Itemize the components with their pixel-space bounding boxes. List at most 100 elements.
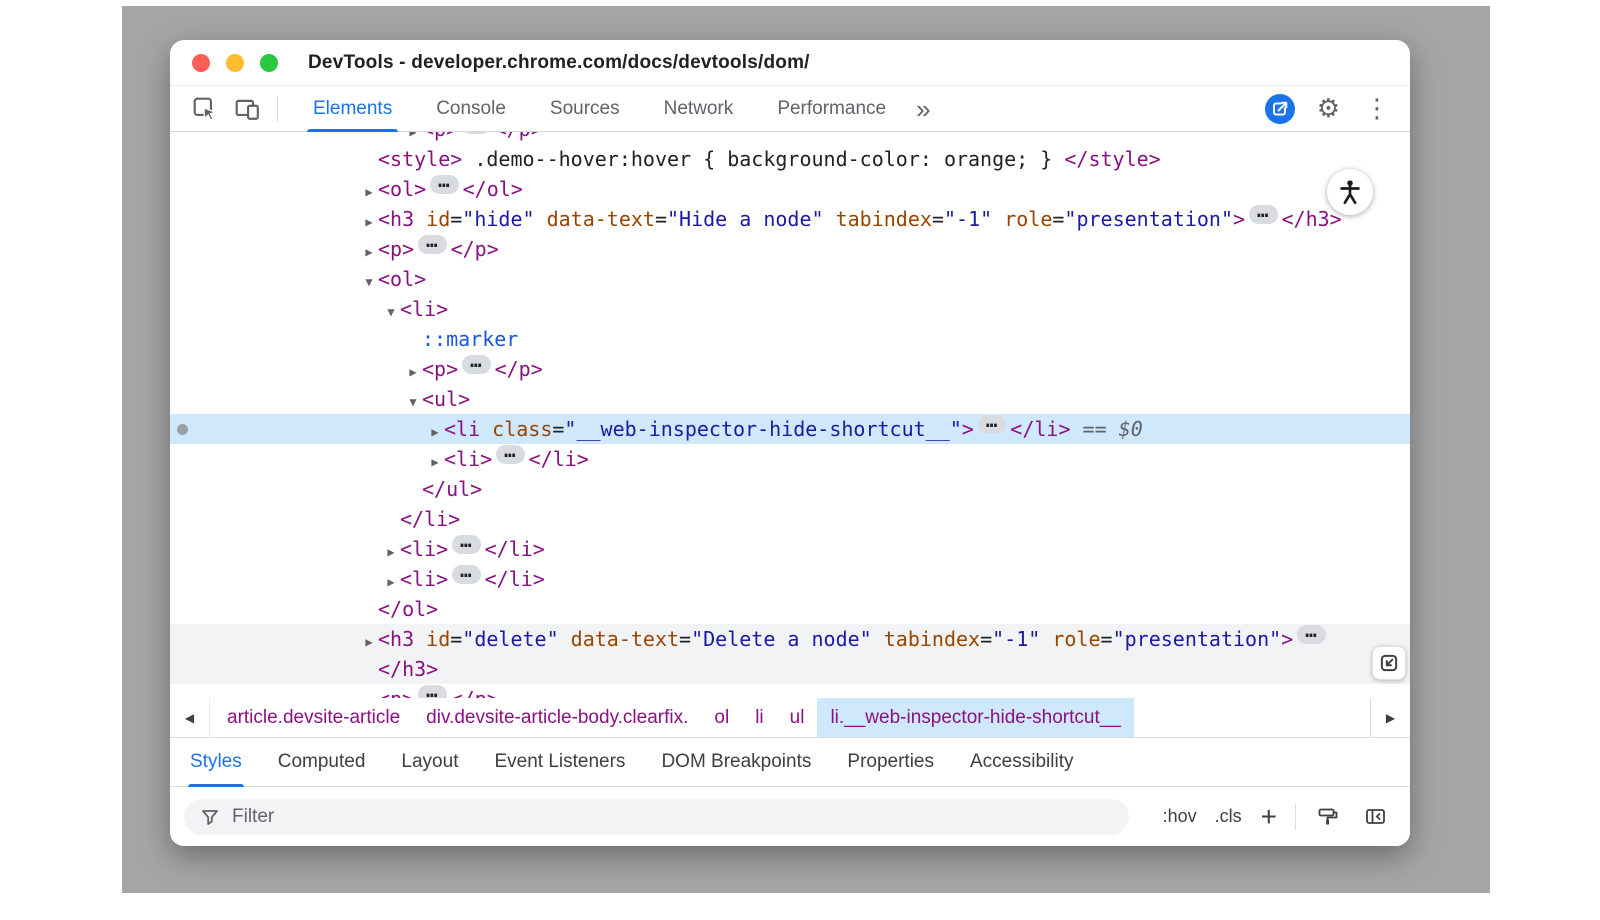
breadcrumb-item[interactable]: article.devsite-article — [214, 698, 413, 737]
code-token-pseudo: ::marker — [422, 327, 518, 351]
dom-tree-row[interactable]: ▼<ol> — [170, 264, 1410, 294]
expand-arrow-icon[interactable]: ▶ — [360, 687, 378, 698]
breadcrumb-item[interactable]: li — [742, 698, 776, 737]
dom-tree-row[interactable]: ▶<p>…</p> — [170, 234, 1410, 264]
dom-tree-row[interactable]: </ul> — [170, 474, 1410, 504]
toggle-element-state-button[interactable]: :hov — [1158, 804, 1202, 829]
breadcrumb-item[interactable]: ol — [701, 698, 742, 737]
sidebar-tab-layout[interactable]: Layout — [401, 738, 458, 786]
dom-tree-row[interactable]: ▶<li class="__web-inspector-hide-shortcu… — [170, 414, 1410, 444]
expand-arrow-icon[interactable]: ▶ — [426, 417, 444, 447]
settings-button[interactable]: ⚙ — [1311, 96, 1346, 122]
code-token-attr: class — [480, 417, 552, 441]
styles-filter-container[interactable] — [184, 799, 1129, 835]
kebab-menu-icon: ⋮ — [1364, 94, 1390, 124]
sidebar-tabs: Styles Computed Layout Event Listeners DOM B… — [170, 738, 1410, 787]
breadcrumb-item[interactable]: ul — [777, 698, 818, 737]
expand-arrow-icon[interactable]: ▶ — [360, 237, 378, 267]
close-window-button[interactable] — [192, 54, 210, 72]
element-classes-button[interactable]: .cls — [1210, 804, 1247, 829]
code-token-attr: tabindex — [824, 207, 932, 231]
breadcrumb-item[interactable]: div.devsite-article-body.clearfix. — [413, 698, 701, 737]
collapse-arrow-icon[interactable]: ▼ — [382, 297, 400, 327]
more-options-button[interactable]: ⋮ — [1358, 96, 1396, 122]
rendering-emulations-button[interactable] — [1312, 801, 1344, 833]
breadcrumb: article.devsite-articlediv.devsite-artic… — [214, 698, 1410, 737]
sidebar-tab-accessibility[interactable]: Accessibility — [970, 738, 1073, 786]
expand-arrow-icon[interactable]: ▶ — [382, 537, 400, 567]
dom-tree-row[interactable]: ▶<h3 id="delete" data-text="Delete a nod… — [170, 624, 1410, 654]
tab-console[interactable]: Console — [434, 86, 508, 131]
dom-tree-row[interactable]: ▶<li>…</li> — [170, 564, 1410, 594]
breadcrumb-scroll-left-button[interactable]: ◀ — [170, 698, 210, 737]
dom-tree-row[interactable]: ▼<ul> — [170, 384, 1410, 414]
collapsed-content-pill[interactable]: … — [1249, 205, 1277, 224]
sidebar-tab-styles[interactable]: Styles — [190, 738, 242, 786]
tab-network[interactable]: Network — [662, 86, 736, 131]
dom-tree-row[interactable]: ▼<li> — [170, 294, 1410, 324]
dom-tree-row[interactable]: </ol> — [170, 594, 1410, 624]
dom-tree-row[interactable]: ▶<p>…</p> — [170, 132, 1410, 144]
dom-tree-row[interactable]: ▶<p>…</p> — [170, 684, 1410, 698]
dom-tree-row[interactable]: </li> — [170, 504, 1410, 534]
collapse-arrow-icon[interactable]: ▼ — [360, 267, 378, 297]
code-token-tag: </li> — [1010, 417, 1070, 441]
inspect-cursor-icon — [192, 96, 218, 122]
code-token-tag: > — [1233, 207, 1245, 231]
collapsed-content-pill[interactable]: … — [978, 415, 1006, 434]
expand-arrow-icon[interactable]: ▶ — [360, 207, 378, 237]
dom-tree-row[interactable]: ▶<li>…</li> — [170, 534, 1410, 564]
collapse-arrow-icon[interactable]: ▼ — [404, 387, 422, 417]
code-token-val: "presentation" — [1113, 627, 1282, 651]
sidebar-tab-properties[interactable]: Properties — [847, 738, 934, 786]
collapsed-content-pill[interactable]: … — [462, 355, 490, 374]
minimize-window-button[interactable] — [226, 54, 244, 72]
styles-filter-input[interactable] — [230, 805, 1113, 829]
collapsed-content-pill[interactable]: … — [1297, 625, 1325, 644]
scroll-into-view-button[interactable] — [1372, 646, 1406, 680]
device-toolbar-button[interactable] — [230, 92, 264, 126]
dom-tree-row[interactable]: ▶<p>…</p> — [170, 354, 1410, 384]
collapsed-content-pill[interactable]: … — [418, 235, 446, 254]
zoom-window-button[interactable] — [260, 54, 278, 72]
more-tabs-button[interactable]: » — [912, 96, 934, 122]
expand-arrow-icon[interactable]: ▶ — [360, 627, 378, 657]
dom-tree-row[interactable]: ▶<h3 id="hide" data-text="Hide a node" t… — [170, 204, 1410, 234]
code-token-tag: </style> — [1064, 147, 1160, 171]
expand-arrow-icon[interactable]: ▶ — [404, 357, 422, 387]
dom-tree-row[interactable]: ::marker — [170, 324, 1410, 354]
collapsed-content-pill[interactable]: … — [430, 175, 458, 194]
extension-button[interactable] — [1261, 90, 1299, 128]
code-token-tag: </ul> — [422, 477, 482, 501]
sidebar-panel-icon — [1364, 805, 1388, 829]
tab-performance[interactable]: Performance — [775, 86, 888, 131]
expand-arrow-icon[interactable]: ▶ — [360, 177, 378, 207]
tab-elements[interactable]: Elements — [311, 86, 394, 131]
collapsed-content-pill[interactable]: … — [462, 132, 490, 134]
code-token-val: "-1" — [944, 207, 992, 231]
accessibility-person-icon — [1336, 178, 1364, 206]
window-title: DevTools - developer.chrome.com/docs/dev… — [308, 52, 810, 74]
sidebar-tab-computed[interactable]: Computed — [278, 738, 366, 786]
sidebar-tab-dom-breakpoints[interactable]: DOM Breakpoints — [661, 738, 811, 786]
accessibility-button[interactable] — [1327, 169, 1373, 215]
collapsed-content-pill[interactable]: … — [418, 685, 446, 698]
expand-arrow-icon[interactable]: ▶ — [382, 567, 400, 597]
dom-tree-row[interactable]: ▶<li>…</li> — [170, 444, 1410, 474]
inspect-element-button[interactable] — [188, 92, 222, 126]
collapsed-content-pill[interactable]: … — [496, 445, 524, 464]
collapsed-content-pill[interactable]: … — [452, 565, 480, 584]
tab-sources[interactable]: Sources — [548, 86, 622, 131]
breadcrumb-item[interactable]: li.__web-inspector-hide-shortcut__ — [817, 698, 1133, 737]
sidebar-tab-event-listeners[interactable]: Event Listeners — [494, 738, 625, 786]
expand-arrow-icon[interactable]: ▶ — [426, 447, 444, 477]
dom-tree-row[interactable]: </h3> — [170, 654, 1410, 684]
collapsed-content-pill[interactable]: … — [452, 535, 480, 554]
sidebar-toggle-button[interactable] — [1360, 801, 1392, 833]
new-style-rule-button[interactable]: + — [1255, 803, 1283, 831]
code-token-tag: </h3> — [378, 657, 438, 681]
dom-tree-row[interactable]: ▶<ol>…</ol> — [170, 174, 1410, 204]
breadcrumb-scroll-right-button[interactable]: ▶ — [1370, 698, 1410, 737]
filter-controls-divider — [1295, 804, 1296, 830]
dom-tree-row[interactable]: <style> .demo--hover:hover { background-… — [170, 144, 1410, 174]
